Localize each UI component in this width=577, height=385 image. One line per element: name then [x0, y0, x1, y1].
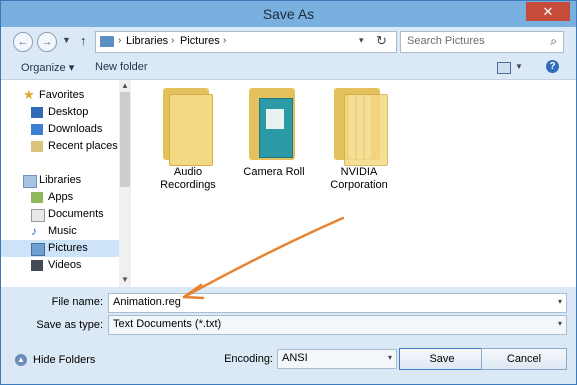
star-icon: ★ [23, 87, 35, 102]
sidebar-item-label: Recent places [48, 140, 118, 152]
chevron-down-icon[interactable]: ▾ [558, 297, 562, 306]
organize-menu[interactable]: Organize ▾ [21, 61, 74, 74]
search-icon[interactable]: ⌕ [550, 34, 557, 49]
navigation-bar: ← → ▼ ↑ › Libraries › Pictures › ▾ ↻ Sea… [1, 27, 576, 57]
sidebar-item-label: Pictures [48, 242, 88, 254]
search-box[interactable]: Search Pictures ⌕ [400, 31, 564, 53]
save-options-panel: File name: Animation.reg ▾ Save as type:… [1, 287, 576, 384]
file-list: Audio Recordings Camera Roll NVIDIA Corpor… [131, 80, 576, 287]
folder-label: Camera Roll [243, 166, 305, 178]
sidebar-item-label: Videos [48, 259, 82, 271]
window-title: Save As [262, 6, 315, 22]
encoding-label: Encoding: [224, 353, 273, 365]
help-icon[interactable]: ? [546, 60, 559, 73]
title-bar: Save As ✕ [1, 1, 576, 27]
save-type-label: Save as type: [36, 319, 103, 331]
folder-label: Audio Recordings [160, 166, 216, 191]
encoding-value: ANSI [282, 352, 308, 364]
sidebar-item-apps[interactable]: Apps [1, 189, 119, 206]
address-bar[interactable]: › Libraries › Pictures › ▾ ↻ [95, 31, 397, 53]
command-bar: Organize ▾ New folder ▼ ? [1, 57, 576, 80]
sidebar-item-label: Apps [48, 191, 74, 203]
refresh-icon[interactable]: ↻ [376, 33, 387, 49]
libraries-icon [23, 175, 37, 188]
sidebar-item-label: Downloads [48, 123, 103, 135]
forward-button[interactable]: → [37, 32, 57, 52]
sidebar-item-pictures[interactable]: Pictures [1, 240, 119, 257]
encoding-select[interactable]: ANSI ▾ [277, 349, 397, 369]
documents-icon [31, 209, 45, 222]
navigation-pane: ★ Favorites Desktop Downloads Recent pla… [1, 80, 131, 287]
apps-icon [31, 192, 43, 203]
folder-icon [100, 36, 114, 47]
recent-places-icon [31, 141, 43, 152]
recent-locations-icon[interactable]: ▼ [62, 35, 71, 45]
folder-icon-front [344, 94, 388, 166]
save-type-value: Text Documents (*.txt) [113, 318, 222, 330]
breadcrumb-libraries[interactable]: Libraries [126, 35, 168, 47]
sidebar-group-favorites[interactable]: ★ Favorites [1, 87, 119, 104]
file-name-label: File name: [51, 296, 103, 308]
new-folder-button[interactable]: New folder [95, 61, 148, 73]
chevron-down-icon[interactable]: ▾ [558, 319, 562, 328]
up-button[interactable]: ↑ [80, 33, 87, 48]
sidebar-item-label: Desktop [48, 106, 89, 118]
hide-folders-label: Hide Folders [33, 354, 96, 366]
sidebar-item-label: Music [48, 225, 77, 237]
change-view-icon[interactable] [497, 62, 511, 74]
collapse-icon: ▲ [15, 354, 27, 366]
pictures-icon [31, 243, 45, 256]
chevron-down-icon[interactable]: ▾ [388, 353, 392, 362]
scrollbar-thumb[interactable] [120, 92, 130, 187]
close-button[interactable]: ✕ [526, 2, 570, 21]
sidebar-group-label: Favorites [39, 89, 85, 101]
downloads-icon [31, 124, 43, 135]
search-input[interactable]: Search Pictures [407, 35, 485, 47]
scroll-down-icon[interactable]: ▼ [121, 275, 129, 284]
breadcrumb-separator: › [223, 35, 227, 46]
sidebar-item-downloads[interactable]: Downloads [1, 121, 119, 138]
sidebar-scrollbar[interactable]: ▲ ▼ [119, 80, 131, 287]
sidebar-item-music[interactable]: ♪ Music [1, 223, 119, 240]
camera-roll-icon [259, 98, 293, 158]
folder-label: NVIDIA Corporation [330, 166, 388, 191]
sidebar-group-label: Libraries [39, 174, 82, 186]
sidebar-item-documents[interactable]: Documents [1, 206, 119, 223]
file-name-value: Animation.reg [113, 296, 181, 308]
back-button[interactable]: ← [13, 32, 33, 52]
folder-icon-front [169, 94, 213, 166]
save-as-dialog: Save As ✕ ← → ▼ ↑ › Libraries › Pictures… [0, 0, 577, 385]
scroll-up-icon[interactable]: ▲ [121, 81, 129, 90]
desktop-icon [31, 107, 43, 118]
breadcrumb-separator: › [118, 35, 122, 46]
sidebar-group-libraries[interactable]: Libraries [1, 172, 119, 189]
videos-icon [31, 260, 43, 271]
address-dropdown-icon[interactable]: ▾ [359, 35, 364, 46]
breadcrumb-separator: › [171, 35, 175, 46]
breadcrumb-pictures[interactable]: Pictures [180, 35, 220, 47]
save-button[interactable]: Save [399, 348, 485, 370]
sidebar-item-recent-places[interactable]: Recent places [1, 138, 119, 155]
music-icon: ♪ [31, 224, 37, 238]
file-name-input[interactable]: Animation.reg ▾ [108, 293, 567, 313]
sidebar-item-label: Documents [48, 208, 104, 220]
cancel-button[interactable]: Cancel [481, 348, 567, 370]
view-options-dropdown-icon[interactable]: ▼ [515, 62, 523, 71]
sidebar-item-desktop[interactable]: Desktop [1, 104, 119, 121]
sidebar-item-videos[interactable]: Videos [1, 257, 119, 274]
save-type-select[interactable]: Text Documents (*.txt) ▾ [108, 315, 567, 335]
